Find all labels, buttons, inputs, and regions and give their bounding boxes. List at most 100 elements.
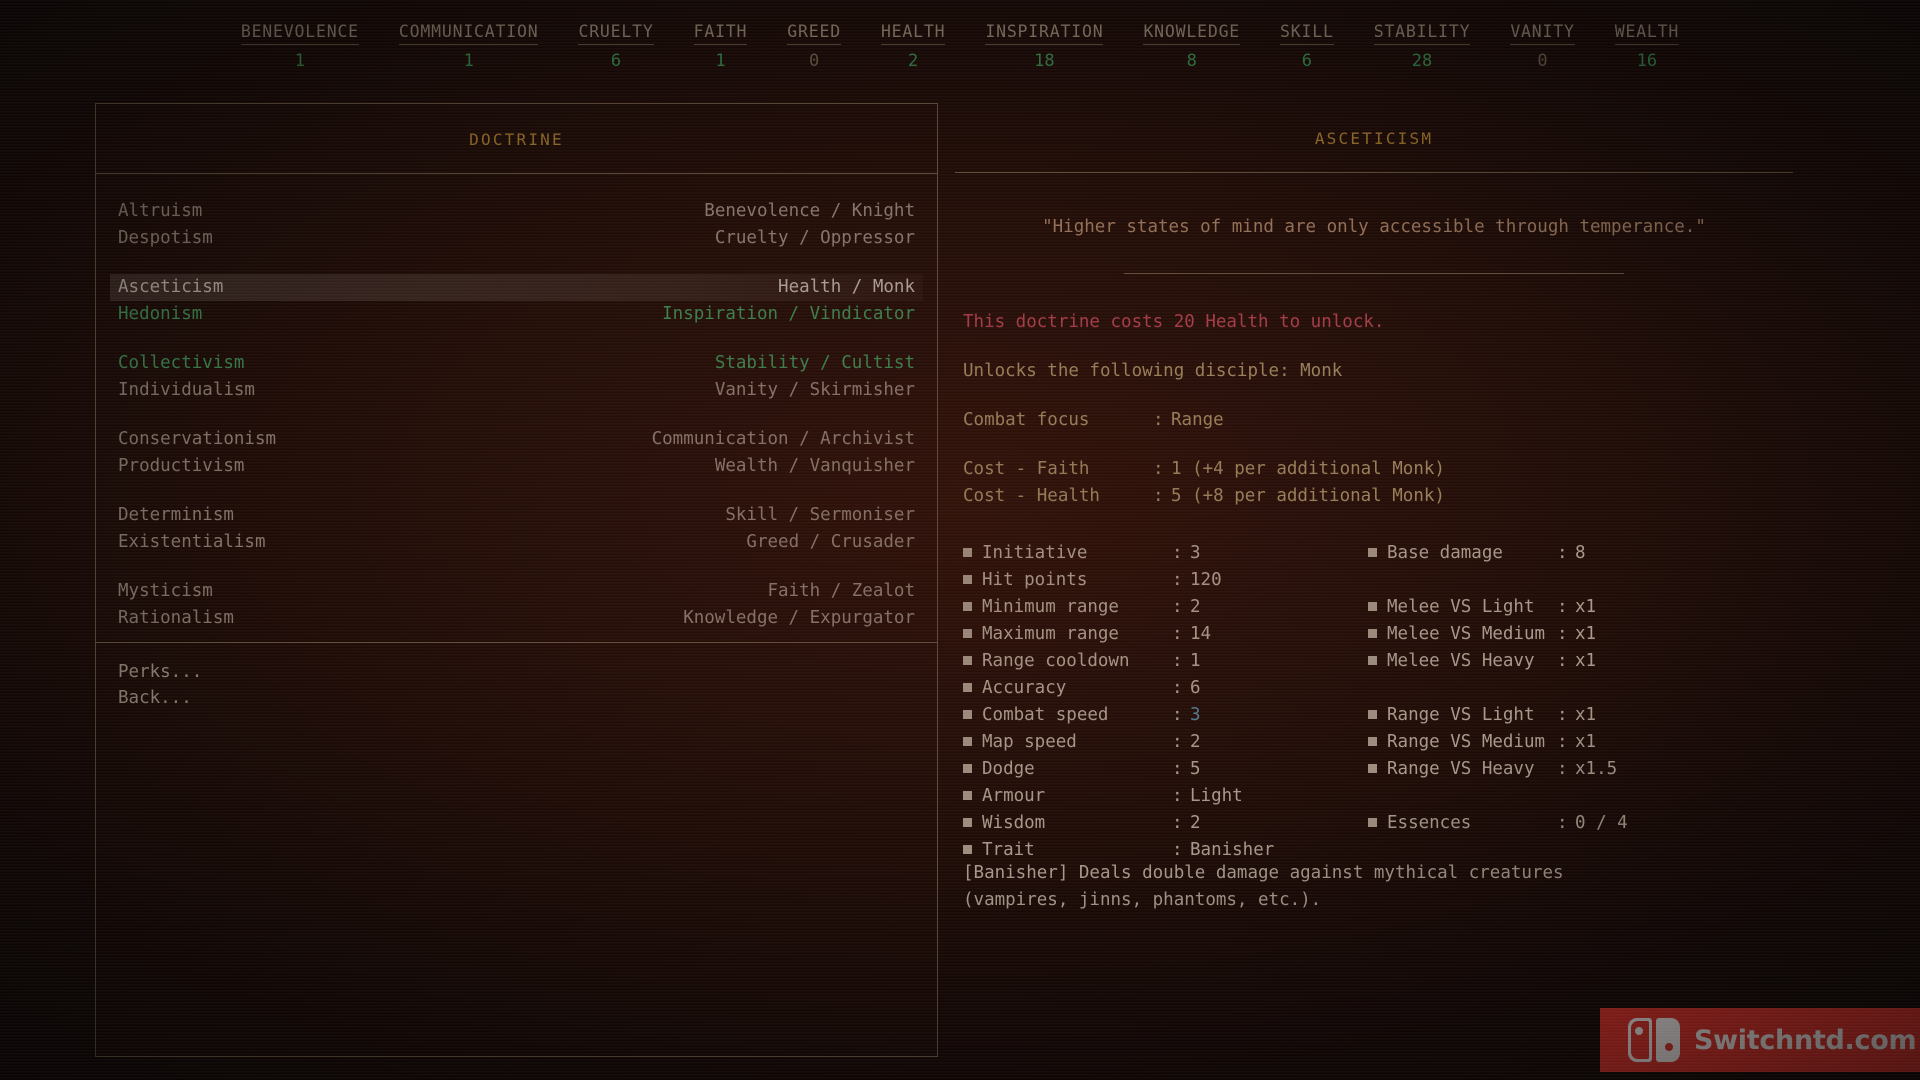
- resource-label: VANITY: [1510, 22, 1575, 45]
- stat-bullet-icon: [963, 790, 972, 800]
- stat-row-minimum-range: Minimum range:2: [963, 594, 1363, 621]
- cost-health-row: Cost - Health:5 (+8 per additional Monk): [963, 483, 1793, 510]
- resource-knowledge[interactable]: KNOWLEDGE 8: [1123, 22, 1260, 71]
- stat-value: 120: [1190, 570, 1222, 590]
- stat-value: 5: [1190, 759, 1201, 779]
- stat-row-melee-vs-heavy: Melee VS Heavy: x1: [1368, 648, 1768, 675]
- resource-label: STABILITY: [1373, 22, 1471, 45]
- cost-faith-row: Cost - Faith:1 (+4 per additional Monk): [963, 456, 1793, 483]
- resource-faith[interactable]: FAITH 1: [674, 22, 768, 71]
- stat-value: Light: [1190, 786, 1243, 806]
- doctrine-row-individualism[interactable]: Individualism Vanity / Skirmisher: [110, 377, 923, 404]
- doctrine-row-rationalism[interactable]: Rationalism Knowledge / Expurgator: [110, 605, 923, 632]
- stat-row-accuracy: Accuracy:6: [963, 675, 1363, 702]
- stat-row-melee-vs-medium: Melee VS Medium: x1: [1368, 621, 1768, 648]
- doctrine-row-asceticism[interactable]: Asceticism Health / Monk: [110, 274, 923, 301]
- doctrine-unlock-line: Unlocks the following disciple: Monk: [963, 361, 1343, 381]
- doctrine-group-spacer: [110, 328, 923, 350]
- resource-vanity[interactable]: VANITY 0: [1490, 22, 1594, 71]
- colon-separator: :: [1557, 651, 1568, 671]
- colon-separator: :: [1557, 759, 1568, 779]
- stat-label: Map speed: [982, 732, 1077, 752]
- stat-label: Essences: [1387, 813, 1472, 833]
- stat-row-hit-points: Hit points:120: [963, 567, 1363, 594]
- stat-bullet-icon: [963, 628, 972, 638]
- stat-value: 1: [1190, 651, 1201, 671]
- doctrine-name: Productivism: [118, 456, 245, 476]
- doctrine-row-productivism[interactable]: Productivism Wealth / Vanquisher: [110, 453, 923, 480]
- doctrine-row-despotism[interactable]: Despotism Cruelty / Oppressor: [110, 225, 923, 252]
- doctrine-row-determinism[interactable]: Determinism Skill / Sermoniser: [110, 502, 923, 529]
- stat-row-trait: Trait: Banisher: [963, 837, 1363, 864]
- colon-separator: :: [1557, 624, 1568, 644]
- colon-separator: :: [1172, 570, 1183, 590]
- stat-row-essences: Essences:0 / 4: [1368, 810, 1768, 837]
- cost-faith-label: Cost - Faith: [963, 459, 1090, 479]
- resource-value: 0: [1537, 51, 1548, 71]
- resource-wealth[interactable]: WEALTH 16: [1595, 22, 1699, 71]
- stat-label: Minimum range: [982, 597, 1119, 617]
- resource-stability[interactable]: STABILITY 28: [1354, 22, 1491, 71]
- stat-row-armour: Armour: Light: [963, 783, 1363, 810]
- colon-separator: :: [1153, 459, 1164, 479]
- stat-label: Melee VS Heavy: [1387, 651, 1535, 671]
- stat-column-left: Initiative:3 Hit points:120 Minimum range:…: [963, 540, 1363, 864]
- resource-inspiration[interactable]: INSPIRATION 18: [965, 22, 1123, 71]
- stat-bullet-icon: [963, 547, 972, 557]
- stat-row-map-speed: Map speed:2: [963, 729, 1363, 756]
- stat-bullet-icon: [1368, 817, 1377, 827]
- colon-separator: :: [1172, 651, 1183, 671]
- colon-separator: :: [1557, 543, 1568, 563]
- doctrine-row-existentialism[interactable]: Existentialism Greed / Crusader: [110, 529, 923, 556]
- doctrine-panel-title: DOCTRINE: [96, 104, 937, 174]
- stat-label: Range VS Light: [1387, 705, 1535, 725]
- resource-value: 2: [908, 51, 919, 71]
- resource-label: KNOWLEDGE: [1143, 22, 1241, 45]
- stat-row-range-vs-heavy: Range VS Heavy: x1.5: [1368, 756, 1768, 783]
- doctrine-requirement: Faith / Zealot: [767, 581, 915, 601]
- resource-benevolence[interactable]: BENEVOLENCE 1: [221, 22, 379, 71]
- resource-value: 1: [294, 51, 305, 71]
- doctrine-row-altruism[interactable]: Altruism Benevolence / Knight: [110, 198, 923, 225]
- doctrine-requirement: Vanity / Skirmisher: [714, 380, 915, 400]
- resource-value: 1: [463, 51, 474, 71]
- resource-greed[interactable]: GREED 0: [767, 22, 861, 71]
- switch-left-joycon: [1628, 1018, 1652, 1062]
- doctrine-row-mysticism[interactable]: Mysticism Faith / Zealot: [110, 578, 923, 605]
- stat-label: Maximum range: [982, 624, 1119, 644]
- resource-communication[interactable]: COMMUNICATION 1: [379, 22, 559, 71]
- doctrine-requirement: Greed / Crusader: [746, 532, 915, 552]
- doctrine-requirement: Skill / Sermoniser: [725, 505, 915, 525]
- detail-divider: [955, 172, 1793, 173]
- doctrine-row-conservationism[interactable]: Conservationism Communication / Archivist: [110, 426, 923, 453]
- menu-item-back[interactable]: Back...: [118, 685, 915, 711]
- stat-label: Dodge: [982, 759, 1035, 779]
- colon-separator: :: [1172, 543, 1183, 563]
- stat-value: Banisher: [1190, 840, 1275, 860]
- doctrine-name: Asceticism: [118, 277, 224, 297]
- stat-row-melee-vs-light: Melee VS Light: x1: [1368, 594, 1768, 621]
- menu-item-perks[interactable]: Perks...: [118, 659, 915, 685]
- doctrine-requirement: Communication / Archivist: [651, 429, 915, 449]
- doctrine-name: Collectivism: [118, 353, 245, 373]
- doctrine-cost-line: This doctrine costs 20 Health to unlock.: [963, 312, 1385, 332]
- colon-separator: :: [1557, 705, 1568, 725]
- stat-row-initiative: Initiative:3: [963, 540, 1363, 567]
- stat-bullet-icon: [1368, 763, 1377, 773]
- stat-bullet-icon: [963, 601, 972, 611]
- stat-bullet-icon: [963, 682, 972, 692]
- resource-health[interactable]: HEALTH 2: [861, 22, 965, 71]
- resource-skill[interactable]: SKILL 6: [1260, 22, 1354, 71]
- resource-label: FAITH: [693, 22, 748, 45]
- resource-cruelty[interactable]: CRUELTY 6: [558, 22, 673, 71]
- stat-label: Range VS Medium: [1387, 732, 1546, 752]
- doctrine-row-hedonism[interactable]: Hedonism Inspiration / Vindicator: [110, 301, 923, 328]
- stat-bullet-icon: [1368, 628, 1377, 638]
- doctrine-name: Individualism: [118, 380, 255, 400]
- stat-bullet-icon: [1368, 736, 1377, 746]
- doctrine-requirement: Benevolence / Knight: [704, 201, 915, 221]
- stat-value: 2: [1190, 597, 1201, 617]
- stat-bullet-icon: [963, 709, 972, 719]
- doctrine-row-collectivism[interactable]: Collectivism Stability / Cultist: [110, 350, 923, 377]
